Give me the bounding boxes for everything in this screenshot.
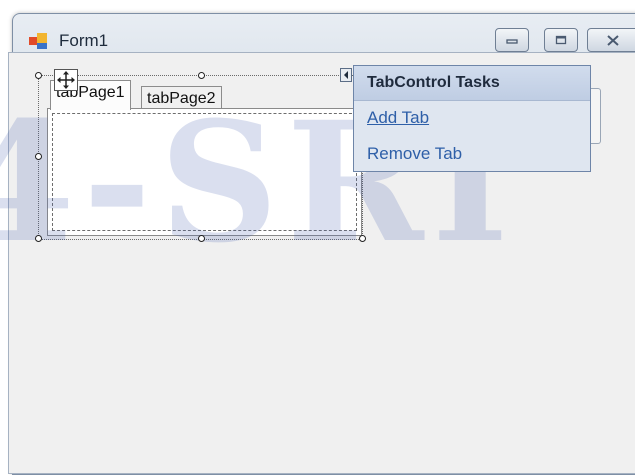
- caret-left-icon: [344, 71, 348, 79]
- resize-handle-bottom[interactable]: [198, 235, 205, 242]
- window-title: Form1: [59, 31, 109, 50]
- form-icon: [29, 33, 47, 49]
- tab-label: tabPage2: [147, 90, 216, 107]
- close-icon: [607, 34, 619, 46]
- resize-handle-bottom-right[interactable]: [359, 235, 366, 242]
- remove-tab-link[interactable]: Remove Tab: [367, 144, 462, 164]
- resize-handle-top[interactable]: [198, 72, 205, 79]
- tab-tabpage2[interactable]: tabPage2: [141, 86, 222, 110]
- maximize-icon: [555, 35, 567, 45]
- close-button[interactable]: [587, 28, 635, 52]
- minimize-button[interactable]: [495, 28, 529, 52]
- move-icon[interactable]: [54, 69, 78, 91]
- tab-page-panel[interactable]: [47, 108, 362, 236]
- add-tab-link[interactable]: Add Tab: [367, 108, 429, 128]
- maximize-button[interactable]: [544, 28, 578, 52]
- tabcontrol-tasks-panel: TabControl Tasks Add Tab Remove Tab: [353, 65, 591, 172]
- resize-handle-left[interactable]: [35, 153, 42, 160]
- resize-handle-top-left[interactable]: [35, 72, 42, 79]
- resize-handle-bottom-left[interactable]: [35, 235, 42, 242]
- tasks-panel-title: TabControl Tasks: [354, 66, 590, 101]
- tab-page-drop-area: [52, 113, 357, 231]
- minimize-icon: [506, 39, 518, 44]
- smart-tag-toggle[interactable]: [340, 68, 352, 82]
